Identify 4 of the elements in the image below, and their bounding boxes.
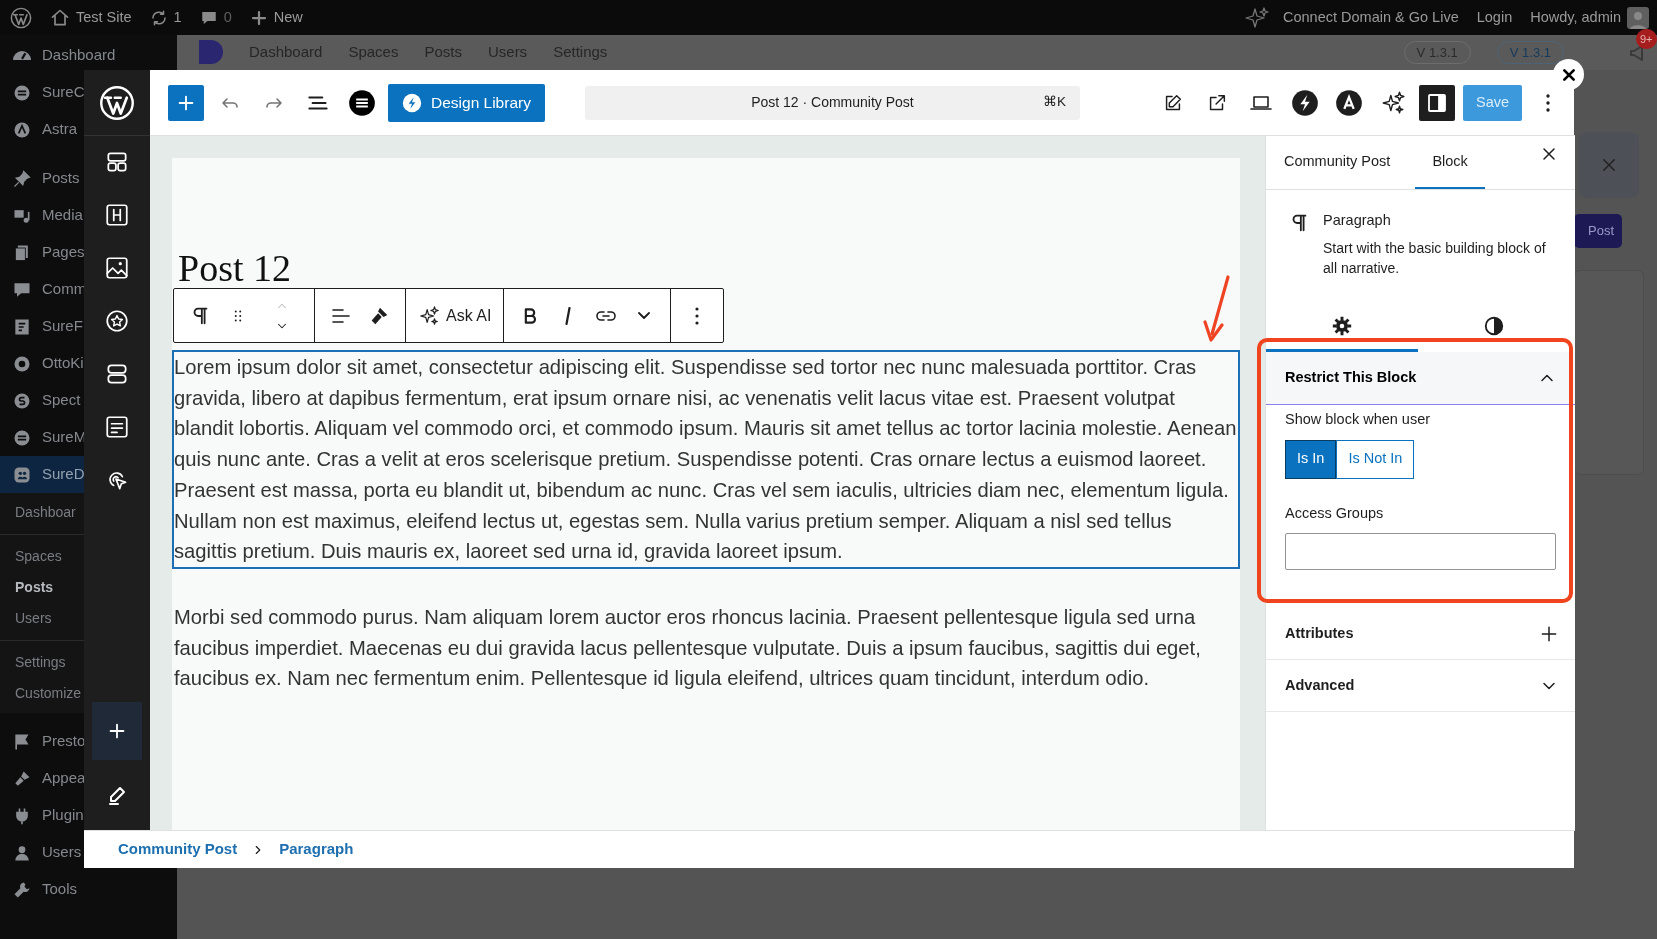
block-description: Start with the basic building block of all narrative. — [1323, 238, 1547, 278]
block-title: Paragraph — [1323, 211, 1392, 230]
field-label: Show block when user — [1285, 409, 1432, 429]
field-label: Access Groups — [1285, 503, 1385, 523]
